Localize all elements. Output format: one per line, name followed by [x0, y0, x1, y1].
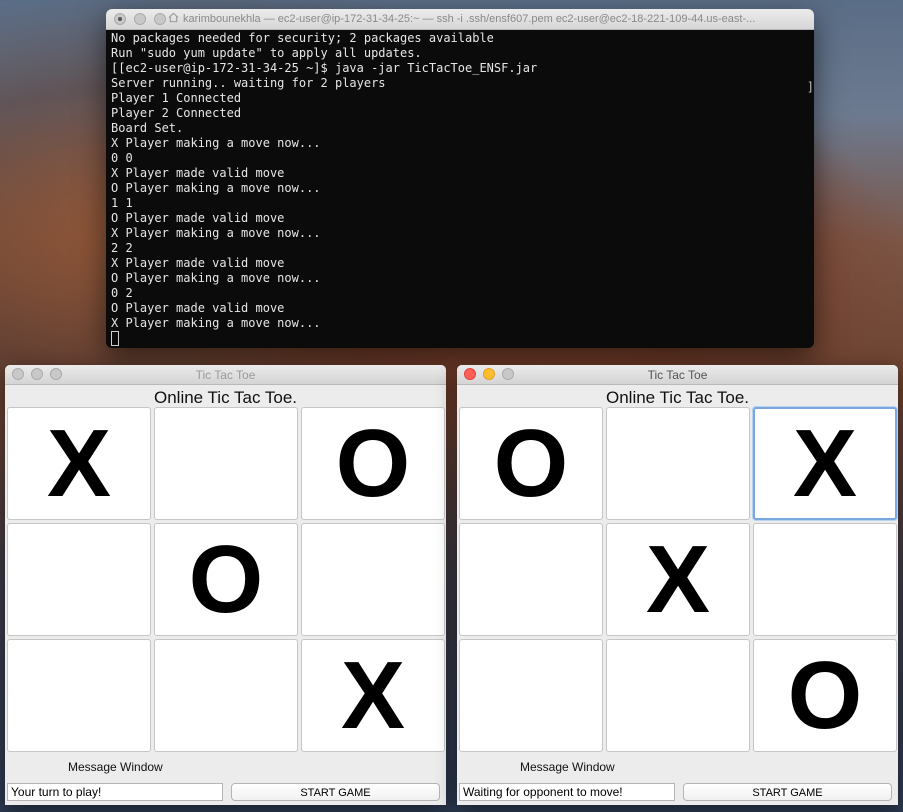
board-cell-0-2[interactable]: O	[301, 407, 445, 520]
terminal-output[interactable]: No packages needed for security; 2 packa…	[106, 30, 814, 346]
terminal-line: X Player made valid move	[111, 166, 285, 180]
game-heading: Online Tic Tac Toe.	[153, 388, 297, 407]
board-cell-2-2[interactable]: X	[301, 639, 445, 752]
board-cell-0-1[interactable]	[606, 407, 750, 520]
terminal-line: 1 1	[111, 196, 133, 210]
window-title-bar[interactable]: Tic Tac Toe	[457, 365, 898, 385]
board-cell-0-1[interactable]	[154, 407, 298, 520]
close-icon[interactable]	[114, 13, 126, 25]
tictactoe-window-player1[interactable]: Tic Tac Toe Online Tic Tac Toe. X O O X …	[5, 365, 446, 805]
terminal-line: Server running.. waiting for 2 players	[111, 76, 386, 90]
board-cell-2-0[interactable]	[459, 639, 603, 752]
terminal-prompt-line[interactable]	[111, 331, 809, 348]
terminal-line: X Player making a move now...	[111, 226, 321, 240]
terminal-line: O Player making a move now...	[111, 181, 321, 195]
game-board: O X X O	[459, 407, 897, 752]
terminal-line: X Player making a move now...	[111, 316, 321, 330]
terminal-right-bracket: ]	[806, 80, 814, 94]
terminal-title-text: karimbounekhla — ec2-user@ip-172-31-34-2…	[183, 13, 756, 25]
start-game-button[interactable]: START GAME	[231, 783, 440, 801]
board-cell-0-2[interactable]: X	[753, 407, 897, 520]
terminal-line: O Player made valid move	[111, 301, 285, 315]
terminal-line: Player 1 Connected	[111, 91, 242, 105]
board-cell-2-2[interactable]: O	[753, 639, 897, 752]
terminal-line: X Player made valid move	[111, 256, 285, 270]
terminal-cursor	[111, 331, 119, 346]
board-cell-1-1[interactable]: O	[154, 523, 298, 636]
home-folder-icon	[168, 12, 179, 23]
zoom-icon[interactable]	[154, 13, 166, 25]
window-title: Tic Tac Toe	[647, 368, 708, 382]
board-cell-1-1[interactable]: X	[606, 523, 750, 636]
terminal-line: 0 2	[111, 286, 133, 300]
window-title: Tic Tac Toe	[195, 368, 256, 382]
terminal-line: O Player made valid move	[111, 211, 285, 225]
terminal-line: Player 2 Connected	[111, 106, 242, 120]
window-title-bar[interactable]: Tic Tac Toe	[5, 365, 446, 385]
terminal-line: No packages needed for security; 2 packa…	[111, 31, 494, 45]
terminal-line: 0 0	[111, 151, 133, 165]
board-cell-1-2[interactable]	[753, 523, 897, 636]
board-cell-0-0[interactable]: O	[459, 407, 603, 520]
terminal-line: 2 2	[111, 241, 133, 255]
board-cell-1-0[interactable]	[459, 523, 603, 636]
game-board: X O O X	[7, 407, 445, 752]
board-cell-2-1[interactable]	[606, 639, 750, 752]
board-cell-1-2[interactable]	[301, 523, 445, 636]
message-window-label: Message Window	[520, 760, 615, 774]
terminal-window[interactable]: karimbounekhla — ec2-user@ip-172-31-34-2…	[106, 9, 814, 348]
terminal-window-controls	[114, 13, 166, 25]
minimize-icon[interactable]	[134, 13, 146, 25]
board-cell-1-0[interactable]	[7, 523, 151, 636]
tictactoe-window-player2[interactable]: Tic Tac Toe Online Tic Tac Toe. O X X O …	[457, 365, 898, 805]
terminal-line: Run "sudo yum update" to apply all updat…	[111, 46, 422, 60]
message-field[interactable]: Your turn to play!	[7, 783, 223, 801]
board-cell-2-1[interactable]	[154, 639, 298, 752]
start-game-button[interactable]: START GAME	[683, 783, 892, 801]
terminal-line: Board Set.	[111, 121, 184, 135]
board-cell-0-0[interactable]: X	[7, 407, 151, 520]
message-window-label: Message Window	[68, 760, 163, 774]
terminal-title-bar[interactable]: karimbounekhla — ec2-user@ip-172-31-34-2…	[106, 9, 814, 30]
terminal-line: [[ec2-user@ip-172-31-34-25 ~]$ java -jar…	[111, 61, 538, 75]
board-cell-2-0[interactable]	[7, 639, 151, 752]
terminal-title: karimbounekhla — ec2-user@ip-172-31-34-2…	[168, 12, 808, 25]
terminal-line: X Player making a move now...	[111, 136, 321, 150]
message-field[interactable]: Waiting for opponent to move!	[459, 783, 675, 801]
terminal-line: O Player making a move now...	[111, 271, 321, 285]
game-heading: Online Tic Tac Toe.	[605, 388, 749, 407]
